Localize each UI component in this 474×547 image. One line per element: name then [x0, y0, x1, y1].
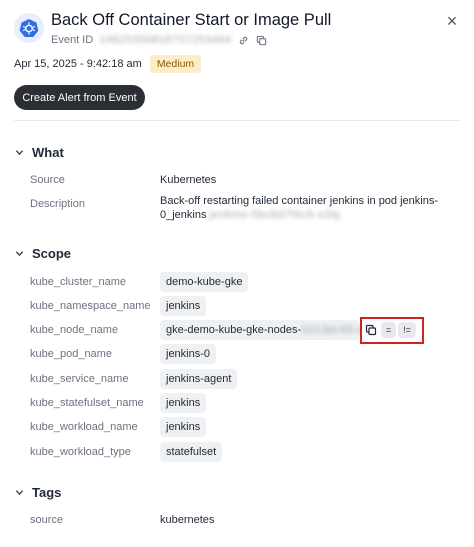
field-value-chip[interactable]: jenkins [160, 296, 207, 316]
section-scope-heading: Scope [32, 246, 72, 261]
field-label: kube_statefulset_name [30, 397, 144, 409]
field-value-chip[interactable]: gke-demo-kube-gke-nodes-1013ec45-avcf [160, 320, 360, 340]
event-header: Back Off Container Start or Image Pull ×… [14, 10, 460, 50]
event-title: Back Off Container Start or Image Pull [51, 11, 332, 29]
section-tags-toggle[interactable]: Tags [14, 485, 61, 500]
section-what-toggle[interactable]: What [14, 145, 64, 160]
close-icon[interactable]: × [444, 12, 460, 30]
event-meta: Apr 15, 2025 - 9:42:18 am Medium [14, 55, 202, 73]
field-value: kubernetes [160, 514, 215, 526]
field-value-chip[interactable]: jenkins [160, 417, 207, 437]
field-value-chip[interactable]: jenkins [160, 393, 207, 413]
field-value-chip[interactable]: demo-kube-gke [160, 272, 249, 292]
field-label: kube_cluster_name [30, 276, 127, 288]
field-value-chip[interactable]: statefulset [160, 442, 223, 462]
create-alert-button[interactable]: Create Alert from Event [14, 85, 145, 110]
field-value-chip[interactable]: jenkins-agent [160, 369, 238, 389]
chevron-down-icon [14, 488, 24, 498]
divider [14, 120, 460, 121]
event-id-row: Event ID 14625350816707253464 [51, 34, 268, 46]
filter-not-equals-button[interactable]: != [398, 322, 416, 338]
field-label: source [30, 514, 64, 526]
severity-badge: Medium [149, 55, 202, 73]
event-id-value: 14625350816707253464 [99, 34, 232, 46]
copy-icon[interactable] [256, 34, 268, 46]
node-name-redacted: 1013ec45-avcf [301, 324, 360, 336]
section-scope-toggle[interactable]: Scope [14, 246, 71, 261]
kubernetes-icon [14, 13, 44, 43]
node-name-text: gke-demo-kube-gke-nodes- [166, 324, 302, 336]
chevron-down-icon [14, 249, 24, 259]
link-icon[interactable] [238, 34, 250, 46]
field-label: Source [30, 174, 65, 186]
section-tags-heading: Tags [32, 485, 62, 500]
event-id-label: Event ID [51, 34, 94, 46]
event-timestamp: Apr 15, 2025 - 9:42:18 am [14, 58, 142, 70]
field-label: kube_namespace_name [30, 300, 151, 312]
field-label: kube_workload_type [30, 446, 131, 458]
field-value: Kubernetes [160, 174, 217, 186]
filter-equals-button[interactable]: = [381, 322, 396, 338]
field-value-chip[interactable]: jenkins-0 [160, 344, 217, 364]
chevron-down-icon [14, 148, 24, 158]
field-label: kube_node_name [30, 324, 119, 336]
field-label: kube_pod_name [30, 348, 112, 360]
field-label: kube_service_name [30, 373, 129, 385]
description-value: Back-off restarting failed container jen… [160, 194, 450, 222]
description-redacted: jenkins-5bc8d7f4c9-x2lq [209, 209, 340, 221]
field-label: kube_workload_name [30, 421, 138, 433]
field-label: Description [30, 198, 86, 210]
copy-icon[interactable] [363, 322, 378, 338]
section-what-heading: What [32, 145, 64, 160]
